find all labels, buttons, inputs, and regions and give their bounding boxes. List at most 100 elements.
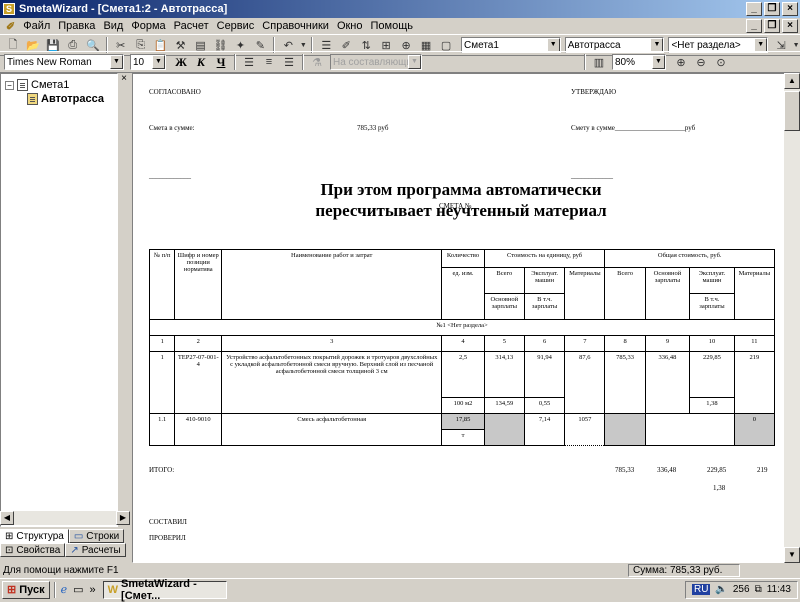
menu-file[interactable]: Файл xyxy=(19,20,54,32)
object-select-value: Автотрасса xyxy=(567,39,621,51)
keyboard-layout-icon[interactable]: RU xyxy=(691,584,711,595)
speaker-icon[interactable]: 🔈 xyxy=(715,584,727,595)
italic-button[interactable]: К xyxy=(192,53,210,71)
table-row[interactable]: 1.1 410-9010 Смесь асфальтобетонная 17,8… xyxy=(148,413,776,446)
menu-edit[interactable]: Правка xyxy=(54,20,99,32)
window-title: SmetaWizard - [Смета1:2 - Автотрасса] xyxy=(19,3,228,15)
zoom-in-icon[interactable]: ⊕ xyxy=(672,53,690,71)
font-size-select[interactable]: 10 ▼ xyxy=(130,54,166,70)
row1-total-incl-salary: 1,38 xyxy=(689,397,735,414)
properties-icon: ⊡ xyxy=(5,544,14,556)
toolbar-separator xyxy=(302,54,304,70)
total-salary: 336,48 xyxy=(657,466,677,474)
status-sum: Сумма: 785,33 руб. xyxy=(633,565,723,576)
filter-icon[interactable]: ⚗ xyxy=(308,53,326,71)
sign-left-line: ____________ xyxy=(149,172,191,180)
tab-properties[interactable]: ⊡ Свойства xyxy=(0,543,66,557)
doc-restore-button[interactable]: ❐ xyxy=(764,19,780,33)
agreed-label: СОГЛАСОВАНО xyxy=(149,88,201,96)
colnum: 6 xyxy=(523,335,566,352)
zoom-fit-icon[interactable]: ⊙ xyxy=(712,53,730,71)
menu-window[interactable]: Окно xyxy=(333,20,367,32)
columns-icon[interactable]: ▥ xyxy=(590,53,608,71)
table-row[interactable]: 1 ТЕР27-07-001-4 Устройство асфальтобето… xyxy=(148,351,776,414)
zoom-select[interactable]: 80% ▼ xyxy=(612,54,666,70)
status-sum-panel: Сумма: 785,33 руб. xyxy=(628,564,740,577)
close-button[interactable]: × xyxy=(782,2,798,16)
row1-total-salary: 336,48 xyxy=(644,351,691,414)
chevron-down-icon[interactable]: ▼ xyxy=(754,38,768,52)
header-unit: ед. изм. xyxy=(441,267,485,320)
task-smetawizard[interactable]: W SmetaWizard - [Смет... xyxy=(102,578,227,602)
row2-total-salary xyxy=(644,413,735,446)
menu-form[interactable]: Форма xyxy=(127,20,169,32)
row2-unit-materials[interactable]: 1057 xyxy=(564,413,606,446)
scroll-right-icon[interactable]: ▶ xyxy=(116,511,130,525)
panel-close-icon[interactable]: × xyxy=(118,73,130,85)
scroll-thumb[interactable] xyxy=(784,91,800,131)
ie-icon[interactable]: ℯ xyxy=(61,583,68,596)
font-select[interactable]: Times New Roman ▼ xyxy=(4,54,124,70)
tab-calculations-label: Расчеты xyxy=(81,544,121,556)
collapse-icon[interactable]: − xyxy=(5,80,14,90)
chevron-down-icon[interactable]: ▼ xyxy=(546,38,560,52)
header-code: Шифр и номер позиции норматива xyxy=(174,249,223,320)
colnum: 5 xyxy=(483,335,525,352)
doc-close-button[interactable]: × xyxy=(782,19,798,33)
bold-button[interactable]: Ж xyxy=(172,53,190,71)
composed-label: СОСТАВИЛ xyxy=(149,518,187,526)
minimize-button[interactable]: _ xyxy=(746,2,762,16)
scroll-left-icon[interactable]: ◀ xyxy=(0,511,14,525)
underline-button[interactable]: Ч xyxy=(212,53,230,71)
structure-icon: ⊞ xyxy=(5,531,14,542)
smetawizard-task-icon: W xyxy=(107,583,119,596)
align-right-icon[interactable]: ☰ xyxy=(280,53,298,71)
total-machines: 229,85 xyxy=(707,466,727,474)
tab-rows[interactable]: ▭ Строки xyxy=(68,529,125,543)
chevron-down-icon[interactable]: ▼ xyxy=(152,55,165,69)
scroll-up-icon[interactable]: ▲ xyxy=(784,73,800,89)
chevron-down-icon[interactable]: ▼ xyxy=(110,55,123,69)
doc-minimize-button[interactable]: _ xyxy=(746,19,762,33)
menu-help[interactable]: Помощь xyxy=(367,20,418,32)
row2-qty[interactable]: 17,85 xyxy=(441,413,485,430)
column-numbers-row: 1 2 3 4 5 6 7 8 9 10 11 xyxy=(148,335,776,352)
row1-total-all: 785,33 xyxy=(604,351,646,414)
document-vscrollbar[interactable]: ▲ ▼ xyxy=(784,73,800,563)
menu-service[interactable]: Сервис xyxy=(213,20,259,32)
desktop-icon[interactable]: ▭ xyxy=(73,583,83,596)
row1-qty: 2,5 xyxy=(441,351,485,398)
menu-view[interactable]: Вид xyxy=(99,20,127,32)
doc-menu-icon[interactable]: ✐ xyxy=(2,20,19,33)
align-center-icon[interactable]: ≡ xyxy=(260,53,278,71)
colnum: 10 xyxy=(689,335,735,352)
tab-properties-label: Свойства xyxy=(16,544,61,556)
zoom-out-icon[interactable]: ⊖ xyxy=(692,53,710,71)
row2-unit: т xyxy=(441,429,485,446)
row1-unit-incl-salary: 0,55 xyxy=(523,397,566,414)
start-button[interactable]: ⊞ Пуск xyxy=(2,580,50,599)
tree-root[interactable]: − Смета1 xyxy=(5,78,113,92)
scroll-down-icon[interactable]: ▼ xyxy=(784,547,800,563)
panel-hscrollbar[interactable]: ◀ ▶ xyxy=(0,511,130,525)
quicklaunch-more-icon[interactable]: » xyxy=(90,584,96,596)
menu-references[interactable]: Справочники xyxy=(258,20,333,32)
menu-calc[interactable]: Расчет xyxy=(170,20,213,32)
header-base-salary: Основной зарплаты xyxy=(483,293,525,320)
network-icon[interactable]: ⧉ xyxy=(755,584,762,595)
chevron-down-icon[interactable]: ▼ xyxy=(408,55,421,69)
chevron-down-icon[interactable]: ▼ xyxy=(650,38,664,52)
title-bar: S SmetaWizard - [Смета1:2 - Автотрасса] … xyxy=(0,0,800,18)
align-left-icon[interactable]: ☰ xyxy=(240,53,258,71)
row1-unit-machines: 91,94 xyxy=(523,351,566,398)
tab-structure[interactable]: ⊞ Структура xyxy=(0,529,69,543)
tray-color-depth: 256 xyxy=(732,584,750,595)
calculations-icon: ↗ xyxy=(70,544,79,556)
chevron-down-icon[interactable]: ▼ xyxy=(652,55,665,69)
composite-select[interactable]: На составляющие ▼ xyxy=(330,54,422,70)
document-icon xyxy=(17,79,28,91)
tree-child[interactable]: Автотрасса xyxy=(5,92,113,106)
restore-button[interactable]: ❐ xyxy=(764,2,780,16)
row1-unit-salary: 134,59 xyxy=(483,397,525,414)
tab-calculations[interactable]: ↗ Расчеты xyxy=(65,543,126,557)
